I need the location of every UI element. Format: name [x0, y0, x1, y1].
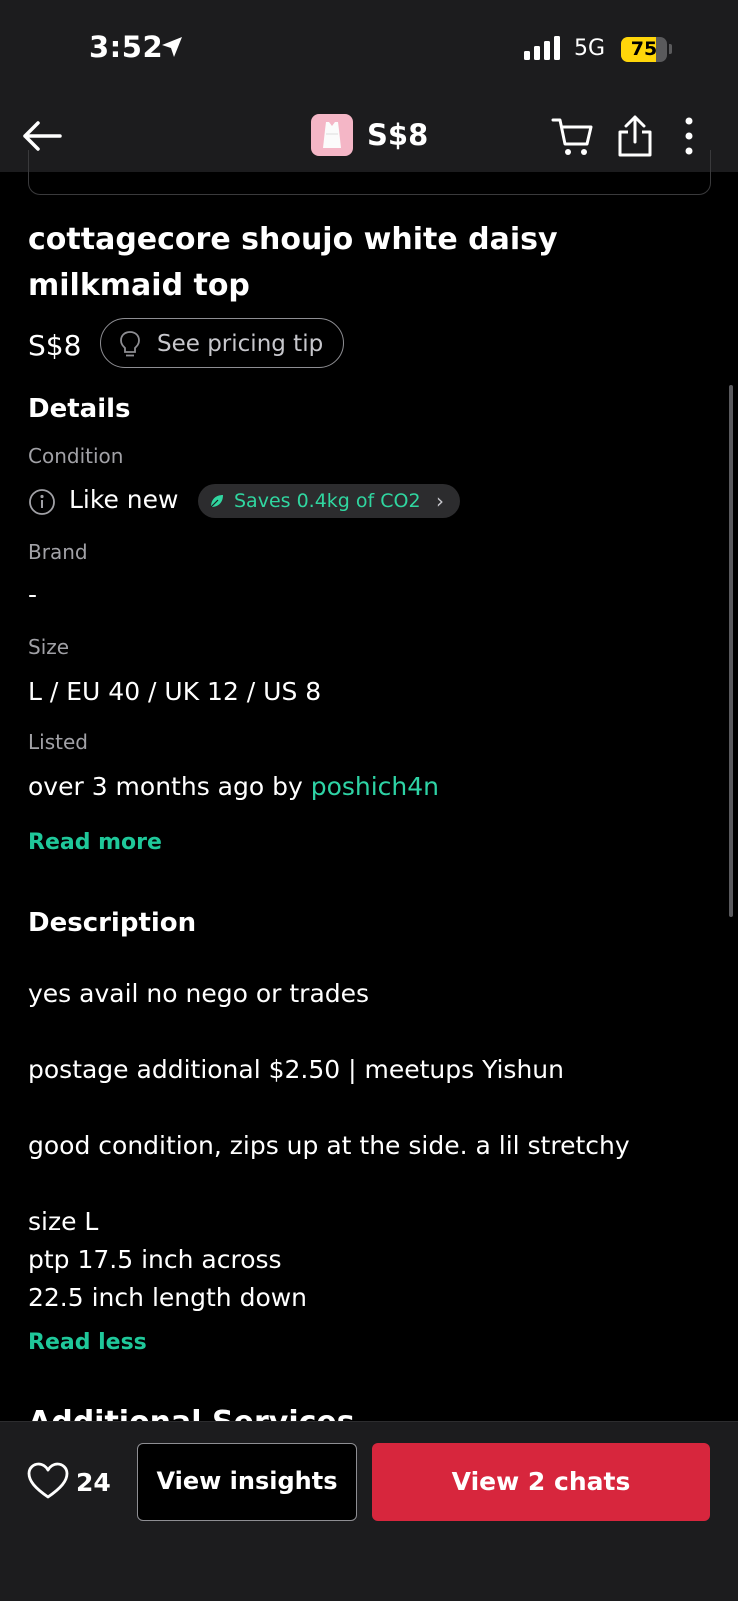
listed-label: Listed — [28, 730, 88, 754]
nav-price: S$8 — [367, 118, 429, 152]
co2-savings-badge[interactable]: Saves 0.4kg of CO2 › — [198, 484, 460, 518]
scrollbar[interactable] — [729, 385, 733, 917]
description-line: good condition, zips up at the side. a l… — [28, 1131, 630, 1160]
condition-label: Condition — [28, 444, 124, 468]
battery-nub — [669, 44, 672, 54]
like-count: 24 — [76, 1468, 111, 1497]
chevron-right-icon: › — [436, 489, 444, 513]
description-heading: Description — [28, 908, 197, 938]
battery-icon: 75 — [621, 37, 667, 62]
description-line: yes avail no nego or trades — [28, 979, 370, 1008]
clock: 3:52 — [89, 30, 164, 64]
status-bar: 3:52 5G 75 — [0, 0, 738, 100]
listed-time: over 3 months ago by — [28, 772, 311, 801]
lightbulb-icon — [120, 331, 140, 357]
description-line: postage additional $2.50 | meetups Yishu… — [28, 1055, 564, 1084]
listed-value: over 3 months ago by poshich4n — [28, 772, 439, 801]
info-icon[interactable] — [28, 488, 56, 516]
pricing-tip-button[interactable]: See pricing tip — [100, 318, 344, 368]
condition-value: Like new — [69, 485, 179, 514]
co2-badge-label: Saves 0.4kg of CO2 — [234, 490, 421, 512]
size-value: L / EU 40 / UK 12 / US 8 — [28, 677, 322, 706]
listing-title: cottagecore shoujo white daisy milkmaid … — [28, 222, 558, 303]
read-more-link[interactable]: Read more — [28, 830, 162, 855]
brand-label: Brand — [28, 540, 88, 564]
pricing-tip-label: See pricing tip — [157, 331, 324, 357]
brand-value: - — [28, 580, 38, 609]
description-line: size L — [28, 1207, 99, 1236]
seller-username-link[interactable]: poshich4n — [311, 772, 439, 801]
heart-icon[interactable] — [27, 1462, 69, 1500]
details-heading: Details — [28, 394, 131, 424]
cellular-signal-icon — [524, 36, 560, 60]
network-type: 5G — [574, 36, 606, 61]
read-less-link[interactable]: Read less — [28, 1330, 147, 1355]
leaf-icon — [210, 495, 223, 508]
description-line: ptp 17.5 inch across — [28, 1245, 282, 1274]
location-arrow-icon — [162, 37, 182, 57]
battery-percent: 75 — [630, 38, 658, 60]
listing-price: S$8 — [28, 329, 82, 362]
size-label: Size — [28, 635, 70, 659]
additional-services-heading: Additional Services — [28, 1403, 355, 1421]
previous-section-card-edge — [28, 150, 711, 195]
view-insights-button[interactable]: View insights — [137, 1443, 357, 1521]
back-arrow-icon[interactable] — [20, 118, 64, 154]
description-line: 22.5 inch length down — [28, 1283, 308, 1312]
bottom-action-bar: 24 View insights View 2 chats — [0, 1421, 738, 1601]
view-chats-button[interactable]: View 2 chats — [372, 1443, 710, 1521]
